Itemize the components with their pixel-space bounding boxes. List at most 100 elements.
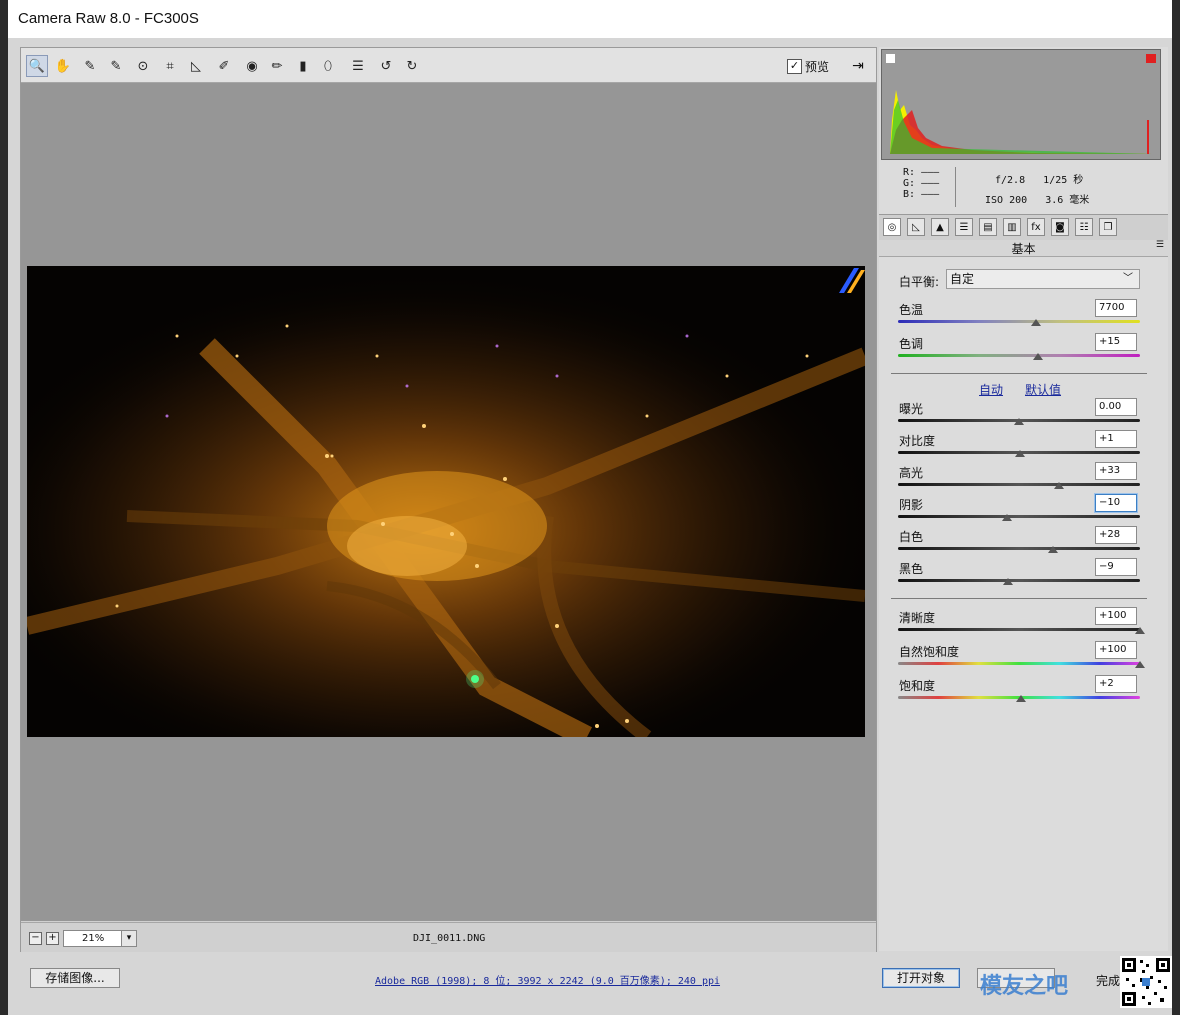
exposure-label: 曝光 <box>899 402 924 416</box>
contrast-slider-thumb[interactable] <box>1015 450 1026 457</box>
temp-slider-thumb[interactable] <box>1030 319 1041 326</box>
saturation-value-field[interactable]: +2 <box>1095 675 1137 693</box>
shadows-value-field[interactable]: −10 <box>1095 494 1137 512</box>
fx-icon[interactable]: fx <box>1027 218 1045 236</box>
white-balance-label: 白平衡: <box>899 275 940 289</box>
panel-title: 基本 ☰ <box>879 240 1168 257</box>
hsl-icon[interactable]: ☰ <box>955 218 973 236</box>
whites-slider-track[interactable] <box>898 547 1140 550</box>
saturation-slider-thumb[interactable] <box>1016 695 1027 702</box>
open-object-button[interactable]: 打开对象 <box>882 968 960 988</box>
night-intersection-image <box>27 266 865 737</box>
fullscreen-toggle-icon[interactable]: ⇥ <box>847 55 869 77</box>
whites-slider-thumb[interactable] <box>1047 546 1058 553</box>
file-name: DJI_0011.DNG <box>413 933 486 944</box>
target-adjust-icon[interactable]: ⊙ <box>132 55 154 77</box>
radial-filter-icon[interactable]: ⬯ <box>317 55 339 77</box>
crop-icon[interactable]: ⌗ <box>159 55 181 77</box>
highlights-slider-track[interactable] <box>898 483 1140 486</box>
temp-label: 色温 <box>899 303 924 317</box>
straighten-icon[interactable]: ◺ <box>185 55 207 77</box>
site-watermark: 模友之吧 <box>980 974 1069 999</box>
tone-curve-icon[interactable]: ◺ <box>907 218 925 236</box>
blacks-value-field[interactable]: −9 <box>1095 558 1137 576</box>
white-balance-value: 自定 <box>950 272 975 286</box>
clarity-slider-track[interactable] <box>898 628 1140 631</box>
bottom-bar: 存储图像... Adobe RGB (1998); 8 位; 3992 x 22… <box>8 952 1172 1015</box>
vibrance-slider-thumb[interactable] <box>1135 661 1145 668</box>
blacks-slider-track[interactable] <box>898 579 1140 582</box>
iso-value: ISO 200 <box>985 195 1028 206</box>
toolbar: ✓ 预览 ⇥ 🔍 ✋ ✎ ✎ ⊙ ⌗ ◺ ✐ ◉ ✏ ▮ ⬯ ☰ ↺ ↻ <box>21 48 876 83</box>
temp-slider-track[interactable] <box>898 320 1140 323</box>
split-toning-icon[interactable]: ▤ <box>979 218 997 236</box>
panel-tabs: ◎ ◺ ▲ ☰ ▤ ▥ fx ◙ ☷ ❐ <box>879 214 1168 241</box>
preview-toggle[interactable]: ✓ 预览 <box>787 58 829 75</box>
panel-menu-icon[interactable]: ☰ <box>1156 240 1164 250</box>
info-divider <box>955 167 956 207</box>
zoom-out-button[interactable]: − <box>29 932 42 945</box>
blacks-label: 黑色 <box>899 562 924 576</box>
zoom-level-select[interactable]: 21% ▾ <box>63 930 137 947</box>
preferences-icon[interactable]: ☰ <box>347 55 369 77</box>
shadows-slider-track[interactable] <box>898 515 1140 518</box>
default-button[interactable]: 默认值 <box>1025 381 1061 398</box>
shadow-clipping-icon[interactable] <box>886 54 895 63</box>
save-image-button[interactable]: 存储图像... <box>30 968 120 988</box>
vibrance-slider-track[interactable] <box>898 662 1140 665</box>
snapshots-icon[interactable]: ❐ <box>1099 218 1117 236</box>
exposure-value-field[interactable]: 0.00 <box>1095 398 1137 416</box>
zoom-icon[interactable]: 🔍 <box>26 55 48 77</box>
rgb-readout: R: ——— G: ——— B: ——— <box>903 167 940 200</box>
camera-raw-window: Camera Raw 8.0 - FC300S ✓ 预览 ⇥ 🔍 ✋ ✎ ✎ ⊙ ⌗ ◺ ✐ ◉… <box>8 0 1172 1015</box>
graduated-filter-icon[interactable]: ▮ <box>292 55 314 77</box>
blacks-slider-thumb[interactable] <box>1003 578 1014 585</box>
highlights-value-field[interactable]: +33 <box>1095 462 1137 480</box>
rotate-cw-icon[interactable]: ↻ <box>401 55 423 77</box>
focal-length-value: 3.6 毫米 <box>1045 195 1090 206</box>
image-canvas[interactable] <box>21 83 876 921</box>
vibrance-value-field[interactable]: +100 <box>1095 641 1137 659</box>
lens-icon[interactable]: ▥ <box>1003 218 1021 236</box>
workflow-options-link[interactable]: Adobe RGB (1998); 8 位; 3992 x 2242 (9.0 … <box>375 972 720 987</box>
clarity-slider-thumb[interactable] <box>1135 627 1145 634</box>
preview-label: 预览 <box>805 60 830 74</box>
white-balance-icon[interactable]: ✎ <box>79 55 101 77</box>
hand-icon[interactable]: ✋ <box>52 55 74 77</box>
chevron-down-icon: ﹀ <box>1123 273 1133 284</box>
contrast-value-field[interactable]: +1 <box>1095 430 1137 448</box>
camera-calibration-icon[interactable]: ◙ <box>1051 218 1069 236</box>
exposure-slider-thumb[interactable] <box>1014 418 1024 425</box>
shadows-slider-thumb[interactable] <box>1001 514 1012 521</box>
camera-info: R: ——— G: ——— B: ——— f/2.8 1/25 秒 ISO 20… <box>881 163 1161 209</box>
exposure-info-row-2: ISO 200 3.6 毫米 <box>985 191 1089 206</box>
photo-preview <box>27 266 865 737</box>
clarity-value-field[interactable]: +100 <box>1095 607 1137 625</box>
preview-checkbox[interactable]: ✓ <box>787 59 802 74</box>
highlight-clipping-icon[interactable] <box>1146 54 1156 63</box>
vibrance-label: 自然饱和度 <box>899 645 960 659</box>
title-bar: Camera Raw 8.0 - FC300S <box>8 0 1172 38</box>
temp-value-field[interactable]: 7700 <box>1095 299 1137 317</box>
red-eye-icon[interactable]: ◉ <box>241 55 263 77</box>
chevron-down-icon[interactable]: ▾ <box>121 931 136 946</box>
rotate-ccw-icon[interactable]: ↺ <box>375 55 397 77</box>
white-balance-select[interactable]: 自定 ﹀ <box>946 269 1140 289</box>
auto-button[interactable]: 自动 <box>979 381 1003 398</box>
done-button[interactable]: 完成 <box>1096 972 1120 989</box>
basic-icon[interactable]: ◎ <box>883 218 901 236</box>
zoom-in-button[interactable]: + <box>46 932 59 945</box>
color-sampler-icon[interactable]: ✎ <box>105 55 127 77</box>
tint-slider-track[interactable] <box>898 354 1140 357</box>
presets-icon[interactable]: ☷ <box>1075 218 1093 236</box>
detail-icon[interactable]: ▲ <box>931 218 949 236</box>
aperture-value: f/2.8 <box>995 175 1026 186</box>
highlights-slider-thumb[interactable] <box>1053 482 1064 489</box>
whites-value-field[interactable]: +28 <box>1095 526 1137 544</box>
spot-removal-icon[interactable]: ✐ <box>213 55 235 77</box>
tint-value-field[interactable]: +15 <box>1095 333 1137 351</box>
tint-slider-thumb[interactable] <box>1033 353 1044 360</box>
divider <box>891 373 1147 374</box>
adjustment-brush-icon[interactable]: ✏ <box>266 55 288 77</box>
qr-code <box>1120 956 1172 1008</box>
